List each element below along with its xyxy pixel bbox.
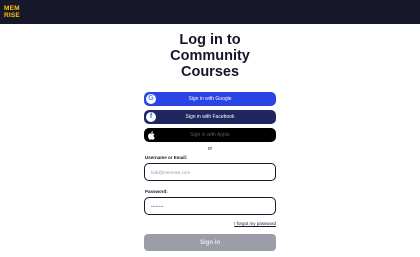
username-label: Username or Email: [145,155,188,160]
forgot-password-link[interactable]: I forgot my password [234,221,276,226]
logo-line-1: MEM [4,5,20,12]
logo-line-2: RISE [4,12,20,19]
apple-signin-label: Sign in with Apple [190,132,230,138]
username-input[interactable] [144,163,276,181]
page-title-line-3: Courses [180,64,240,80]
password-label: Password: [145,189,168,194]
google-signin-button[interactable]: G Sign in with Google [144,92,276,106]
password-input[interactable] [144,197,276,215]
top-bar: MEM RISE [0,0,420,24]
google-icon: G [146,94,156,104]
or-divider: or [207,146,213,152]
memrise-logo[interactable]: MEM RISE [4,5,20,20]
apple-signin-button[interactable]: Sign in with Apple [144,128,276,142]
page-title-line-2: Community [170,48,250,64]
google-signin-label: Sign in with Google [188,96,232,102]
facebook-icon: f [146,112,156,122]
page-title-line-1: Log in to [179,32,241,48]
signin-button[interactable]: Sign in [144,234,276,251]
apple-icon [146,130,156,140]
facebook-signin-label: Sign in with Facebook [185,114,235,120]
page-title: Log in to Community Courses [0,32,420,80]
facebook-signin-button[interactable]: f Sign in with Facebook [144,110,276,124]
